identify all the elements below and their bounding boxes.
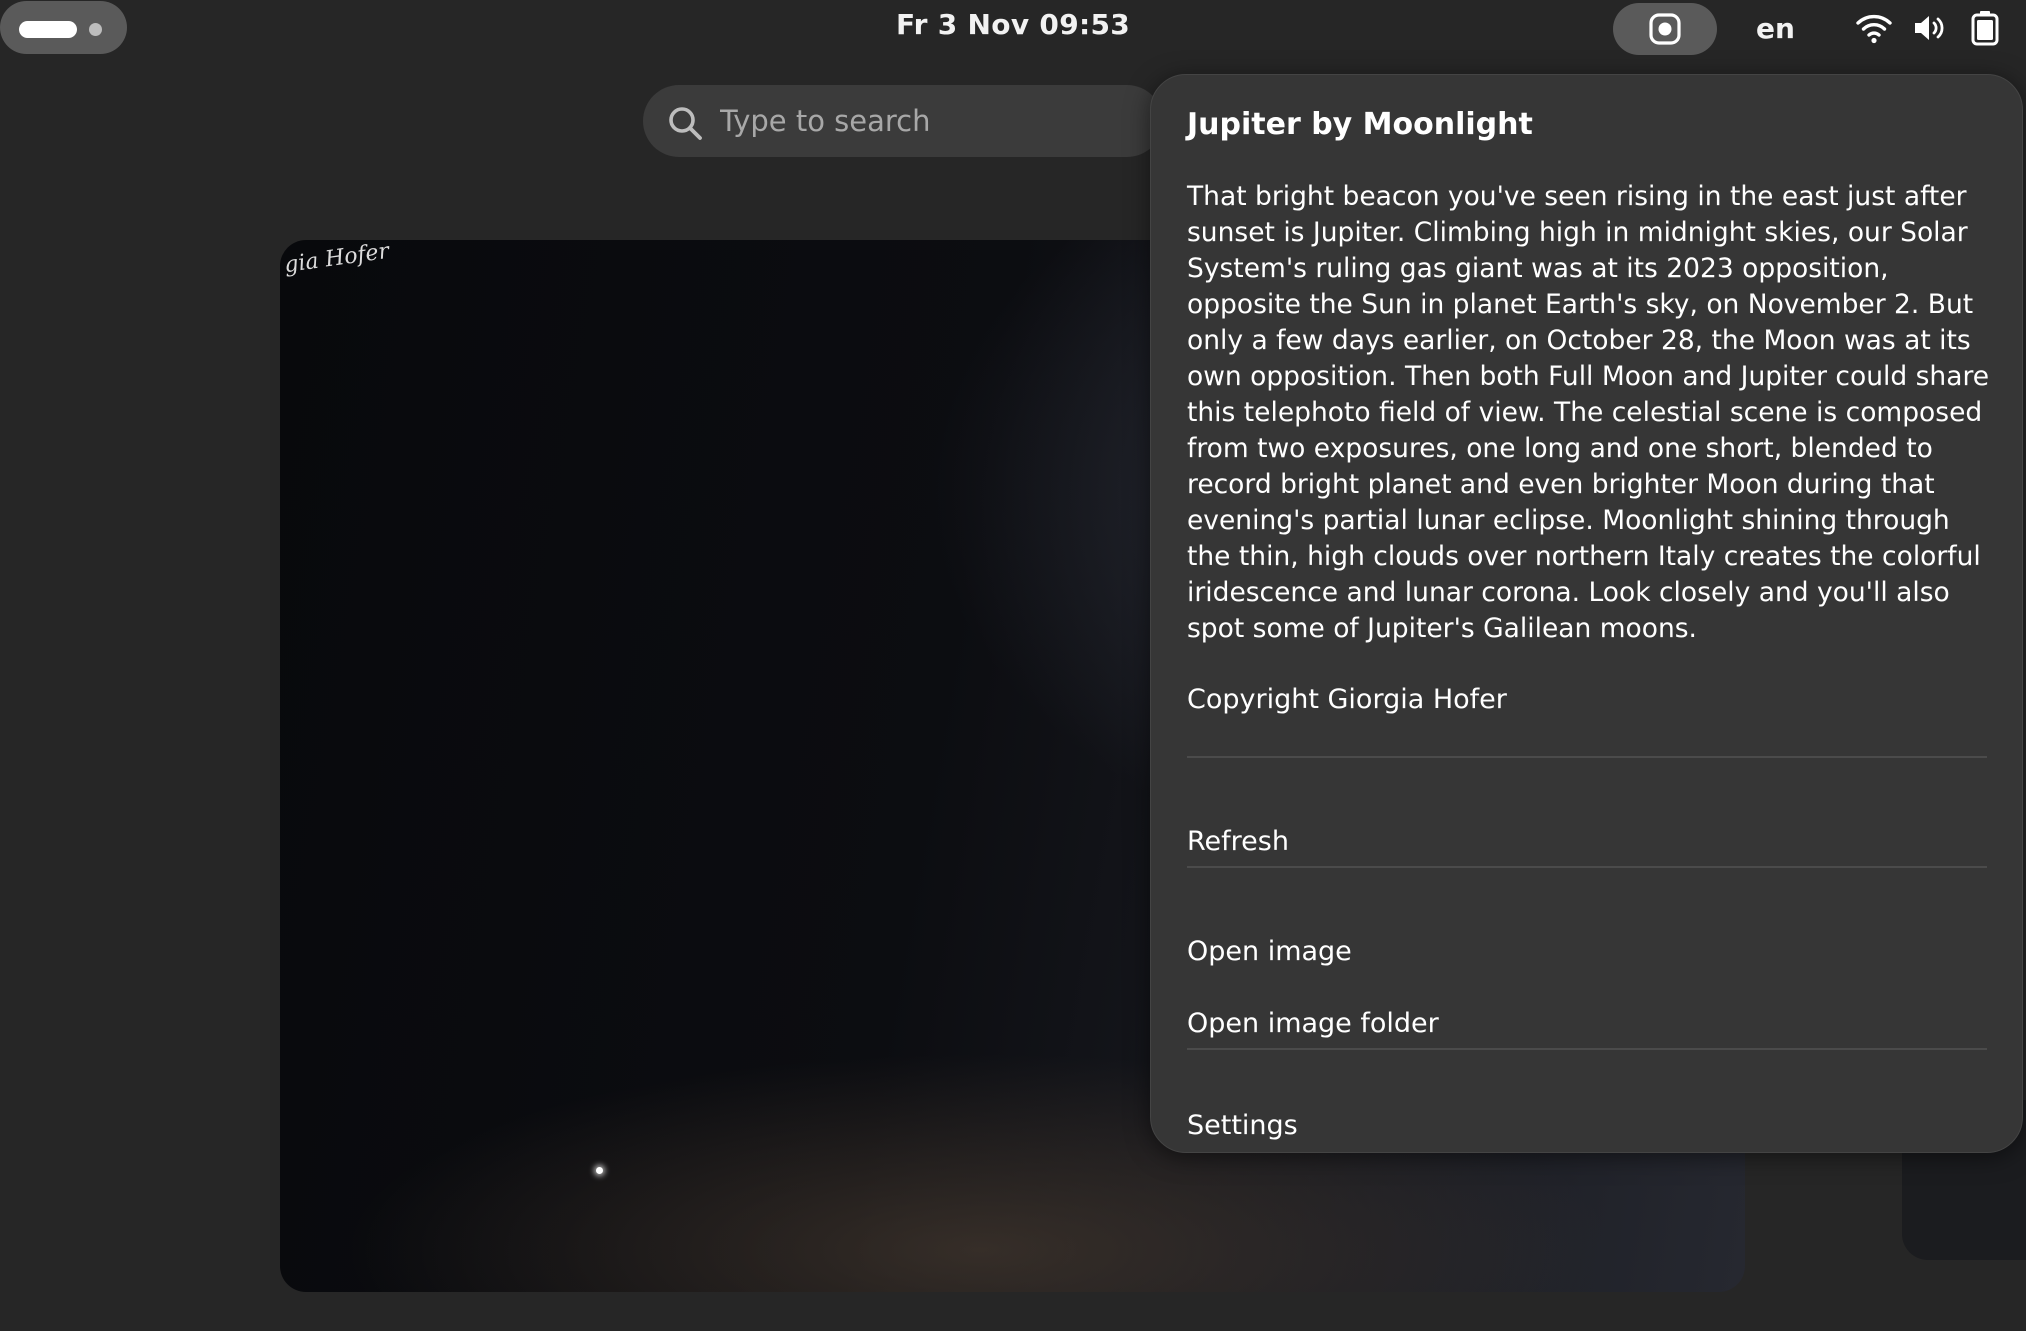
wifi-icon[interactable] xyxy=(1856,12,1892,44)
keyboard-layout-indicator[interactable]: en xyxy=(1756,12,1795,45)
refresh-menu-item[interactable]: Refresh xyxy=(1165,812,2009,872)
photo-signature: gia Hofer xyxy=(282,240,391,279)
copyright-label: Copyright Giorgia Hofer xyxy=(1187,684,1507,715)
top-bar: Fr 3 Nov 09:53 en xyxy=(0,0,2026,58)
open-image-menu-item[interactable]: Open image xyxy=(1165,922,2009,982)
picture-description: That bright beacon you've seen rising in… xyxy=(1187,181,1990,644)
volume-icon[interactable] xyxy=(1912,12,1948,44)
search-input[interactable] xyxy=(718,99,1138,143)
settings-menu-item[interactable]: Settings xyxy=(1165,1104,2009,1148)
menu-separator xyxy=(1187,756,1987,758)
popover-title: Jupiter by Moonlight xyxy=(1187,107,1533,142)
jupiter-dot xyxy=(596,1167,603,1174)
battery-icon[interactable] xyxy=(1970,10,2000,46)
screen-recording-indicator[interactable] xyxy=(1613,3,1717,55)
menu-separator xyxy=(1187,866,1987,868)
search-icon xyxy=(669,107,702,140)
screencast-icon xyxy=(1649,13,1681,45)
astronomy-picture-popover: Jupiter by Moonlight That bright beacon … xyxy=(1150,74,2023,1153)
open-image-folder-menu-item[interactable]: Open image folder xyxy=(1165,994,2009,1054)
date-time-clock[interactable]: Fr 3 Nov 09:53 xyxy=(0,8,2026,41)
search-bar[interactable] xyxy=(643,85,1163,157)
menu-separator xyxy=(1187,1048,1987,1050)
